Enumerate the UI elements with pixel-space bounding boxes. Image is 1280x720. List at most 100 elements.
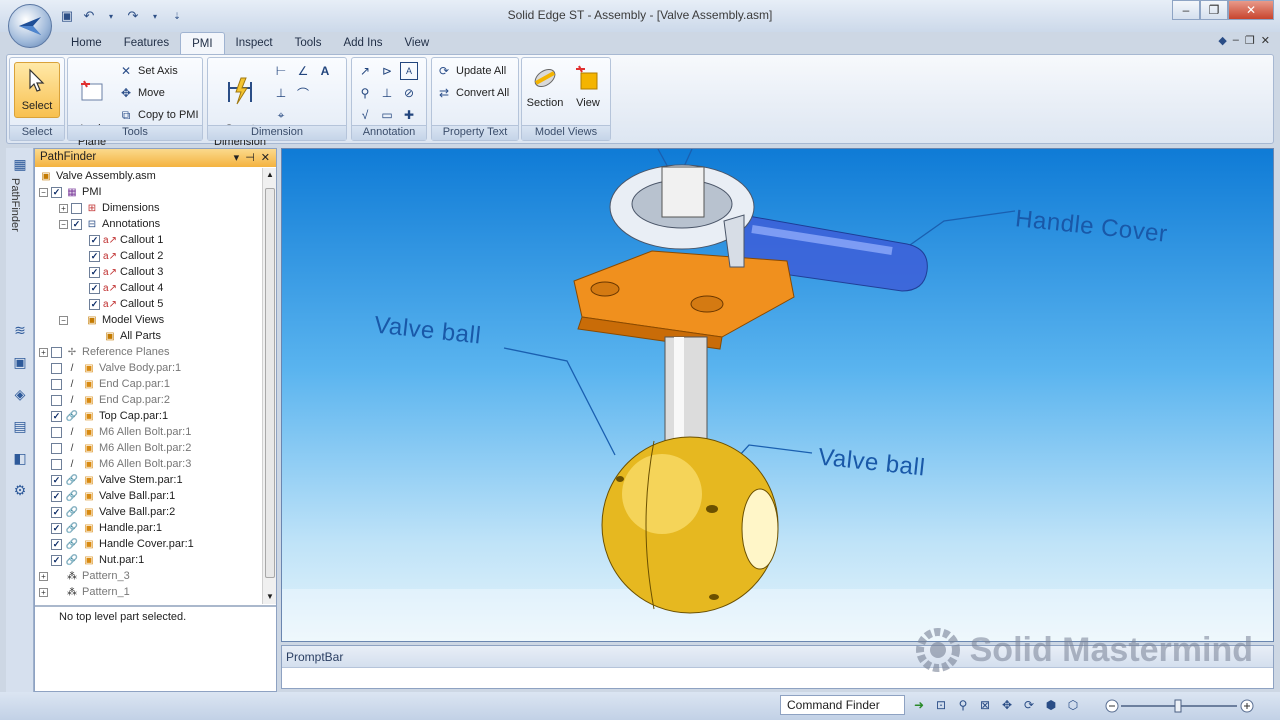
tree-item[interactable]: ✓ 🔗 ▣ Top Cap.par:1 xyxy=(39,408,168,424)
tree-item[interactable]: / ▣ End Cap.par:2 xyxy=(39,392,170,408)
pathfinder-tab-icon[interactable]: ▦ xyxy=(10,154,30,174)
weld-symbol-icon[interactable]: √ xyxy=(356,106,374,124)
coordinate-dimension-icon[interactable]: ⊥ xyxy=(272,84,290,102)
tree-item[interactable]: / ▣ Valve Body.par:1 xyxy=(39,360,181,376)
parts-library-icon[interactable]: ◈ xyxy=(10,384,30,404)
doc-close-icon[interactable]: ✕ xyxy=(1261,34,1270,47)
pathfinder-scrollbar[interactable]: ▲ ▼ xyxy=(262,168,276,604)
scrollbar-thumb[interactable] xyxy=(265,188,275,578)
visibility-checkbox[interactable]: ✓ xyxy=(51,506,62,518)
visibility-checkbox[interactable]: ✓ xyxy=(51,474,62,486)
visibility-checkbox[interactable]: ✓ xyxy=(51,538,62,550)
doc-restore-icon[interactable]: ❐ xyxy=(1245,34,1255,47)
undo-dropdown-icon[interactable]: ▾ xyxy=(102,7,120,25)
tree-item[interactable]: − ✓ ⊟ Annotations xyxy=(59,216,160,232)
tab-pmi[interactable]: PMI xyxy=(180,32,225,54)
visibility-checkbox[interactable]: ✓ xyxy=(89,298,100,310)
tab-tools[interactable]: Tools xyxy=(284,32,333,54)
visibility-checkbox[interactable]: ✓ xyxy=(51,490,62,502)
tree-item[interactable]: ✓ 🔗 ▣ Valve Ball.par:2 xyxy=(39,504,175,520)
tree-item[interactable]: ✓ 🔗 ▣ Handle Cover.par:1 xyxy=(39,536,194,552)
convert-all-button[interactable]: ⇄ Convert All xyxy=(436,84,509,102)
assembly-features-icon[interactable]: ▣ xyxy=(10,352,30,372)
tree-item[interactable]: / ▣ M6 Allen Bolt.par:3 xyxy=(39,456,191,472)
surface-texture-icon[interactable]: ⊘ xyxy=(400,84,418,102)
expander-icon[interactable]: − xyxy=(39,187,48,197)
minimize-button[interactable]: – xyxy=(1172,0,1200,20)
customize-toolbar-icon[interactable]: ⇣ xyxy=(168,7,186,25)
tree-item[interactable]: ✓ a↗ Callout 3 xyxy=(77,264,163,280)
view-orientation-icon[interactable]: ⬡ xyxy=(1064,696,1082,714)
tree-item[interactable]: ✓ a↗ Callout 2 xyxy=(77,248,163,264)
undo-icon[interactable]: ↶ xyxy=(80,7,98,25)
copy-to-pmi-button[interactable]: ⧉ Copy to PMI xyxy=(118,106,199,124)
tree-root[interactable]: ▣ Valve Assembly.asm xyxy=(39,168,156,184)
tab-view[interactable]: View xyxy=(393,32,440,54)
visibility-checkbox[interactable] xyxy=(51,394,62,406)
visibility-checkbox[interactable]: ✓ xyxy=(51,186,62,198)
visibility-checkbox[interactable] xyxy=(51,346,62,358)
visibility-checkbox[interactable]: ✓ xyxy=(89,234,100,246)
tree-item[interactable]: ▣ All Parts xyxy=(77,328,161,344)
visibility-checkbox[interactable] xyxy=(51,458,62,470)
restore-button[interactable]: ❐ xyxy=(1200,0,1228,20)
angle-between-icon[interactable]: ∠ xyxy=(294,62,312,80)
fit-icon[interactable]: ⊠ xyxy=(976,696,994,714)
scroll-down-icon[interactable]: ▼ xyxy=(266,592,274,601)
close-icon[interactable]: ✕ xyxy=(261,151,270,164)
scroll-up-icon[interactable]: ▲ xyxy=(266,170,274,179)
pin-icon[interactable]: ⊣ xyxy=(245,151,255,164)
distance-between-icon[interactable]: ⊢ xyxy=(272,62,290,80)
balloon-icon[interactable]: ⚲ xyxy=(356,84,374,102)
expander-icon[interactable]: + xyxy=(39,347,48,357)
tree-item[interactable]: / ▣ End Cap.par:1 xyxy=(39,376,170,392)
section-button[interactable]: Section xyxy=(524,62,566,110)
visibility-checkbox[interactable]: ✓ xyxy=(89,266,100,278)
zoom-icon[interactable]: ⚲ xyxy=(954,696,972,714)
family-of-assemblies-icon[interactable]: ▤ xyxy=(10,416,30,436)
visibility-checkbox[interactable]: ✓ xyxy=(51,410,62,422)
select-button[interactable]: Select xyxy=(14,62,60,118)
expander-icon[interactable]: − xyxy=(59,219,68,229)
tree-item[interactable]: + ✢ Reference Planes xyxy=(39,344,169,360)
visibility-checkbox[interactable] xyxy=(51,426,62,438)
tree-item[interactable]: + ⊞ Dimensions xyxy=(59,200,159,216)
visibility-checkbox[interactable] xyxy=(51,378,62,390)
tree-item[interactable]: ✓ a↗ Callout 5 xyxy=(77,296,163,312)
tree-item[interactable]: ✓ 🔗 ▣ Valve Ball.par:1 xyxy=(39,488,175,504)
layers-icon[interactable]: ≋ xyxy=(10,320,30,340)
shaded-view-icon[interactable]: ⬢ xyxy=(1042,696,1060,714)
set-axis-button[interactable]: ✕ Set Axis xyxy=(118,62,178,80)
save-icon[interactable]: ▣ xyxy=(58,7,76,25)
view-button[interactable]: View xyxy=(568,62,608,110)
tree-item[interactable]: + ⁂ Pattern_3 xyxy=(39,568,130,584)
pathfinder-side-tab[interactable]: PathFinder xyxy=(9,178,21,232)
move-button[interactable]: ✥ Move xyxy=(118,84,165,102)
dimension-axis-icon[interactable] xyxy=(294,106,312,124)
redo-icon[interactable]: ↷ xyxy=(124,7,142,25)
visibility-checkbox[interactable]: ✓ xyxy=(89,282,100,294)
text-dimension-icon[interactable]: A xyxy=(316,62,334,80)
rotate-icon[interactable]: ⟳ xyxy=(1020,696,1038,714)
command-finder-input[interactable]: Command Finder xyxy=(780,695,905,715)
expander-icon[interactable]: − xyxy=(59,315,68,325)
dropdown-icon[interactable]: ▾ xyxy=(234,151,240,164)
tree-item[interactable]: ✓ a↗ Callout 1 xyxy=(77,232,163,248)
tree-item[interactable]: / ▣ M6 Allen Bolt.par:1 xyxy=(39,424,191,440)
datum-target-icon[interactable]: ✚ xyxy=(400,106,418,124)
tab-home[interactable]: Home xyxy=(60,32,113,54)
datum-frame-icon[interactable]: ⊥ xyxy=(378,84,396,102)
feature-control-frame-icon[interactable]: ⊳ xyxy=(378,62,396,80)
visibility-checkbox[interactable]: ✓ xyxy=(89,250,100,262)
dimension-style-icon[interactable] xyxy=(316,84,334,102)
update-all-button[interactable]: ⟳ Update All xyxy=(436,62,506,80)
tree-item[interactable]: − ▣ Model Views xyxy=(59,312,164,328)
tree-item[interactable]: ✓ a↗ Callout 4 xyxy=(77,280,163,296)
expander-icon[interactable]: + xyxy=(39,587,48,597)
doc-minimize-icon[interactable]: – xyxy=(1233,34,1239,47)
text-box-icon[interactable]: A xyxy=(400,62,418,80)
tab-features[interactable]: Features xyxy=(113,32,180,54)
zoom-slider[interactable] xyxy=(1105,698,1255,714)
tree-item[interactable]: ✓ 🔗 ▣ Valve Stem.par:1 xyxy=(39,472,183,488)
expander-icon[interactable]: + xyxy=(39,571,48,581)
